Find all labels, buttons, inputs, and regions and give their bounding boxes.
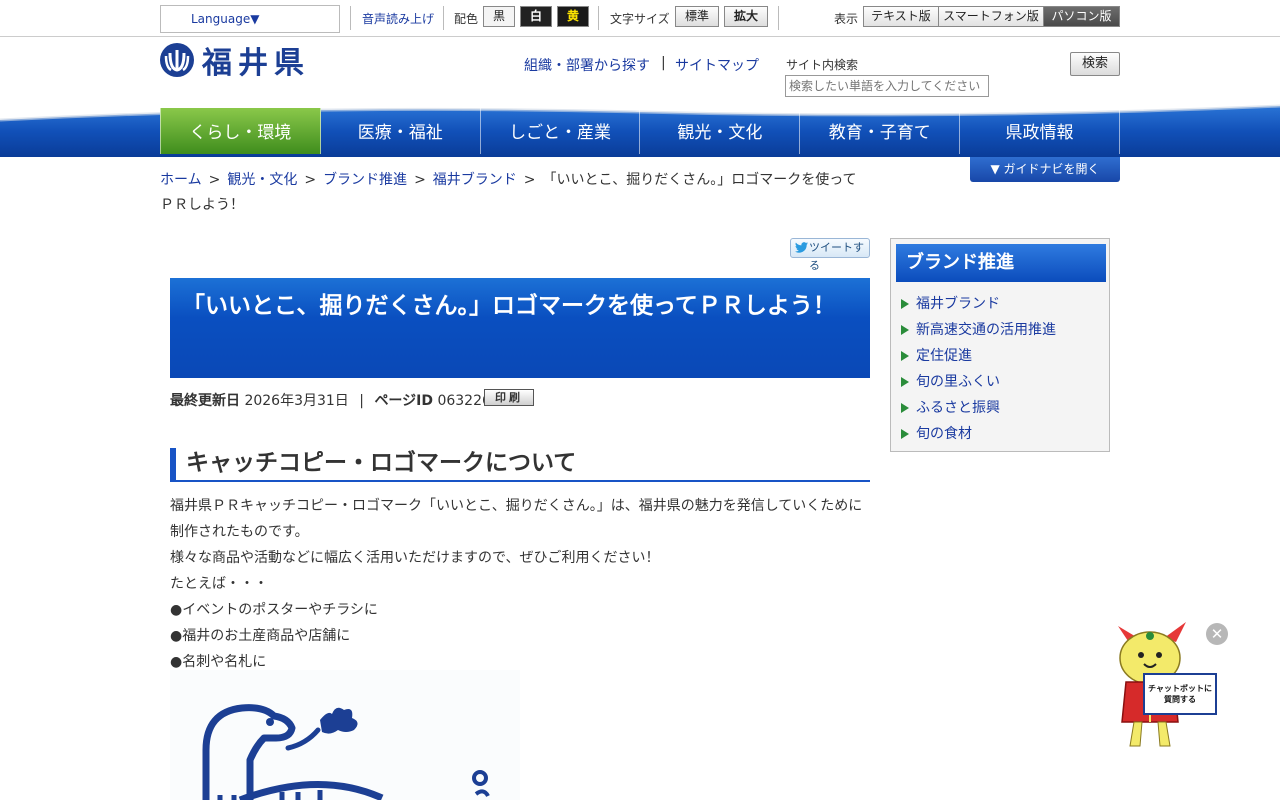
- header-link-separator: |: [661, 55, 666, 71]
- nav-item-life-environment[interactable]: くらし・環境: [160, 108, 321, 154]
- search-input[interactable]: [785, 75, 989, 97]
- triangle-right-icon: [901, 351, 909, 361]
- chatbot-ask-sign[interactable]: チャットボットに 質問する: [1143, 673, 1217, 715]
- meta-separator: |: [359, 393, 364, 409]
- page-id-label: ページID: [374, 393, 433, 409]
- sitemap-link[interactable]: サイトマップ: [675, 55, 759, 75]
- sidebar-brand-promotion: ブランド推進 福井ブランド 新高速交通の活用推進 定住促進 旬の里ふくい ふるさ…: [890, 238, 1110, 452]
- breadcrumb: ホーム > 観光・文化 > ブランド推進 > 福井ブランド > 「いいとこ、掘りだくさん。」ロゴ…: [160, 168, 860, 218]
- sidebar-item-label: 旬の里ふくい: [916, 374, 1000, 390]
- sidebar-title: ブランド推進: [896, 244, 1106, 282]
- nav-item-work-industry[interactable]: しごと・産業: [481, 108, 641, 154]
- search-button[interactable]: 検索: [1070, 52, 1120, 76]
- pr-logomark-image: [170, 670, 520, 800]
- color-black-button[interactable]: 黒: [483, 6, 515, 27]
- color-white-button[interactable]: 白: [520, 6, 552, 27]
- chatbot-sign-line: チャットボットに: [1148, 684, 1212, 693]
- breadcrumb-separator: >: [208, 172, 221, 188]
- view-text-button[interactable]: テキスト版: [863, 6, 939, 27]
- triangle-right-icon: [901, 325, 909, 335]
- breadcrumb-fukui-brand[interactable]: 福井ブランド: [433, 172, 517, 188]
- page-title: 「いいとこ、掘りだくさん。」ロゴマークを使ってＰＲしよう！: [170, 278, 870, 378]
- global-nav: くらし・環境 医療・福祉 しごと・産業 観光・文化 教育・子育て 県政情報: [160, 108, 1120, 154]
- breadcrumb-separator: >: [523, 172, 536, 188]
- sidebar-item-label: 定住促進: [916, 348, 972, 364]
- sidebar-item-settlement-promotion[interactable]: 定住促進: [901, 343, 1056, 369]
- tweet-button[interactable]: ツイートする: [790, 238, 870, 272]
- breadcrumb-home[interactable]: ホーム: [160, 172, 202, 188]
- divider: [350, 6, 351, 30]
- paragraph: ●イベントのポスターやチラシに: [170, 602, 378, 618]
- search-label: サイト内検索: [786, 58, 859, 72]
- paragraph: ●福井のお土産商品や店舗に: [170, 628, 351, 644]
- org-search-link[interactable]: 組織・部署から探す: [524, 55, 650, 75]
- tweet-label: ツイートする: [809, 241, 864, 272]
- sidebar-list: 福井ブランド 新高速交通の活用推進 定住促進 旬の里ふくい ふるさと振興 旬の食…: [901, 291, 1056, 447]
- display-label: 表示: [834, 12, 859, 26]
- twitter-bird-icon: [795, 242, 808, 253]
- sidebar-item-high-speed-transport[interactable]: 新高速交通の活用推進: [901, 317, 1056, 343]
- divider: [598, 6, 599, 30]
- font-size-label: 文字サイズ: [610, 12, 670, 26]
- nav-item-education-childcare[interactable]: 教育・子育て: [800, 108, 961, 154]
- paragraph: たとえば・・・: [170, 576, 268, 592]
- font-standard-button[interactable]: 標準: [675, 6, 719, 27]
- font-large-button[interactable]: 拡大: [724, 6, 768, 27]
- chatbot-sign-line: 質問する: [1164, 695, 1196, 704]
- divider: [443, 6, 444, 30]
- page-meta: 最終更新日 2026年3月31日 | ページID 063226: [170, 390, 491, 410]
- color-scheme-label: 配色: [454, 12, 479, 26]
- nav-item-medical-welfare[interactable]: 医療・福祉: [321, 108, 481, 154]
- chatbot-close-icon[interactable]: ✕: [1206, 623, 1228, 645]
- sidebar-item-label: 新高速交通の活用推進: [916, 322, 1056, 338]
- site-logo[interactable]: 福井県: [160, 42, 310, 81]
- breadcrumb-separator: >: [414, 172, 426, 188]
- prefecture-emblem-icon: [160, 43, 194, 77]
- sidebar-item-label: 福井ブランド: [916, 296, 1000, 312]
- site-logo-text: 福井県: [202, 46, 310, 81]
- view-smartphone-button[interactable]: スマートフォン版: [938, 6, 1044, 27]
- guide-nav-toggle-button[interactable]: ▼ ガイドナビを開く: [970, 157, 1120, 182]
- nav-item-tourism-culture[interactable]: 観光・文化: [640, 108, 801, 154]
- section-heading: キャッチコピー・ロゴマークについて: [170, 448, 870, 482]
- view-pc-button[interactable]: パソコン版: [1043, 6, 1120, 27]
- page-id-value: 063226: [437, 393, 491, 409]
- breadcrumb-separator: >: [304, 172, 317, 188]
- nav-item-prefectural-admin[interactable]: 県政情報: [960, 108, 1120, 154]
- divider: [778, 6, 779, 30]
- sidebar-item-fukui-brand[interactable]: 福井ブランド: [901, 291, 1056, 317]
- paragraph: 様々な商品や活動などに幅広く活用いただけますので、ぜひご利用ください！: [170, 550, 660, 566]
- paragraph: 福井県ＰＲキャッチコピー・ロゴマーク「いいとこ、掘りだくさん。」は、福井県の魅力…: [170, 498, 863, 540]
- color-yellow-button[interactable]: 黄: [557, 6, 589, 27]
- triangle-right-icon: [901, 403, 909, 413]
- body-text: 福井県ＰＲキャッチコピー・ロゴマーク「いいとこ、掘りだくさん。」は、福井県の魅力…: [170, 493, 870, 675]
- sidebar-item-shun-no-sato[interactable]: 旬の里ふくい: [901, 369, 1056, 395]
- sidebar-item-seasonal-food[interactable]: 旬の食材: [901, 421, 1056, 447]
- voice-reader-link[interactable]: 音声読み上げ: [362, 10, 434, 27]
- triangle-right-icon: [901, 299, 909, 309]
- updated-label: 最終更新日: [170, 393, 240, 409]
- print-button[interactable]: 印刷: [484, 389, 534, 406]
- language-select[interactable]: Language▼: [160, 5, 340, 33]
- sidebar-item-label: 旬の食材: [916, 426, 972, 442]
- updated-date: 2026年3月31日: [244, 393, 349, 409]
- triangle-right-icon: [901, 429, 909, 439]
- sidebar-item-label: ふるさと振興: [916, 400, 1000, 416]
- utility-bar: Language▼ 音声読み上げ 配色 黒 白 黄 文字サイズ 標準 拡大 表示…: [0, 0, 1280, 37]
- triangle-right-icon: [901, 377, 909, 387]
- breadcrumb-brand-promotion[interactable]: ブランド推進: [323, 172, 407, 188]
- breadcrumb-tourism-culture[interactable]: 観光・文化: [227, 172, 297, 188]
- sidebar-item-hometown-promotion[interactable]: ふるさと振興: [901, 395, 1056, 421]
